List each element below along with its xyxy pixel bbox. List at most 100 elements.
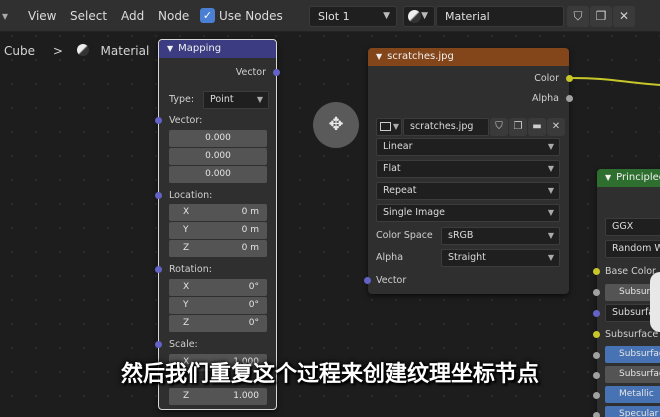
chevron-down-icon: ▼ [256,95,263,104]
interpolation-dropdown[interactable]: Linear ▼ [376,138,560,156]
location-z-field[interactable]: Z 0 m [169,240,267,257]
collapse-chevron-icon: ▼ [167,44,174,53]
vector-label: Vector: [169,115,203,126]
interpolation-value: Linear [383,141,413,152]
fake-user-shield-icon[interactable]: ⛉ [567,6,589,27]
metallic-socket[interactable] [593,392,600,399]
use-nodes-checkbox[interactable]: ✓ [200,8,215,23]
breadcrumb-object: Cube [4,44,35,58]
source-dropdown[interactable]: Single Image ▼ [376,204,560,222]
chevron-down-icon: ▼ [392,122,399,131]
vector-x-field[interactable]: 0.000 [169,130,267,147]
scale-z-field[interactable]: Z 1.000 [169,388,267,405]
node-editor-header: ▾ View Select Add Node ✓ Use Nodes Slot … [0,0,660,32]
subsurface-socket[interactable] [593,289,600,296]
type-dropdown[interactable]: Point ▼ [203,91,269,109]
chevron-down-icon: ▼ [383,11,390,21]
open-folder-icon[interactable]: ▬ [528,118,546,136]
mapping-node[interactable]: ▼ Mapping Vector Type: Point ▼ Vector: 0.0… [155,39,280,410]
chevron-right-icon: > [52,44,63,58]
rotation-z-field[interactable]: Z 0° [169,315,267,332]
material-name-field[interactable]: Material [436,6,564,27]
menu-node[interactable]: Node [158,0,189,32]
alpha-mode-dropdown[interactable]: Straight ▼ [441,249,560,267]
specular-socket[interactable] [593,412,600,417]
output-vector-socket[interactable] [273,69,280,76]
color-space-dropdown[interactable]: sRGB ▼ [441,227,560,245]
output-vector-label: Vector [235,67,266,78]
unlink-close-icon[interactable]: ✕ [547,118,565,136]
chevron-down-icon: ▼ [547,142,554,151]
metallic-field[interactable]: Metallic [605,386,660,403]
output-color-socket[interactable] [566,75,573,82]
location-x-field[interactable]: X 0 m [169,204,267,221]
rotation-socket[interactable] [155,266,162,273]
axis-label: X [183,207,190,217]
mapping-node-header[interactable]: ▼ Mapping [159,40,276,58]
location-x-value: 0 m [241,207,259,217]
image-name-field[interactable]: scratches.jpg [403,118,489,136]
input-vector-socket[interactable] [155,117,162,124]
bsdf-node-header[interactable]: ▼ Principled [597,169,660,187]
fake-user-shield-icon[interactable]: ⛉ [490,118,508,136]
image-node-header[interactable]: ▼ scratches.jpg [368,48,569,66]
alpha-mode-value: Straight [448,252,486,263]
subsurface-method-dropdown[interactable]: Random W [605,240,660,258]
material-sphere-icon [408,10,421,23]
location-z-value: 0 m [241,243,259,253]
extension-dropdown[interactable]: Repeat ▼ [376,182,560,200]
location-socket[interactable] [155,192,162,199]
output-alpha-label: Alpha [531,93,559,104]
axis-label: Z [183,391,190,401]
editor-menu-icon[interactable]: ▾ [2,0,8,32]
rotation-x-field[interactable]: X 0° [169,279,267,296]
image-texture-node[interactable]: ▼ scratches.jpg Color Alpha ▼ scratches.j… [364,48,573,294]
subsurface-radius-socket[interactable] [593,310,600,317]
axis-label: X [183,282,190,292]
menu-add[interactable]: Add [121,0,144,32]
vector-z-field[interactable]: 0.000 [169,166,267,183]
duplicate-image-icon[interactable]: ❐ [509,118,527,136]
chevron-down-icon: ▼ [421,11,428,21]
breadcrumb: Cube > Material [4,44,149,58]
distribution-dropdown[interactable]: GGX [605,218,660,236]
color-link [570,77,660,86]
menu-view[interactable]: View [28,0,56,32]
image-browse-button[interactable]: ▼ [376,118,402,136]
unlink-close-icon[interactable]: ✕ [613,6,635,27]
slot-dropdown[interactable]: Slot 1 ▼ [309,6,397,27]
projection-dropdown[interactable]: Flat ▼ [376,160,560,178]
image-icon [380,122,391,131]
scale-socket[interactable] [155,341,162,348]
rotation-y-value: 0° [248,300,259,310]
color-space-value: sRGB [448,230,474,241]
axis-label: Y [183,300,189,310]
chevron-down-icon: ▼ [547,164,554,173]
material-browse-button[interactable]: ▼ [403,6,435,27]
rotation-z-value: 0° [248,318,259,328]
axis-label: Z [183,318,190,328]
input-vector-socket[interactable] [364,277,371,284]
location-y-value: 0 m [241,225,259,235]
extension-value: Repeat [383,185,417,196]
mapping-node-title: Mapping [178,43,222,54]
specular-field[interactable]: Specular [605,406,660,417]
duplicate-material-icon[interactable]: ❐ [590,6,612,27]
scale-label: Scale: [169,339,198,350]
location-y-field[interactable]: Y 0 m [169,222,267,239]
subsurface-color-socket[interactable] [593,331,600,338]
menu-select[interactable]: Select [70,0,107,32]
collapse-chevron-icon: ▼ [376,52,383,61]
input-vector-label: Vector [376,275,407,286]
vector-y-field[interactable]: 0.000 [169,148,267,165]
video-subtitle: 然后我们重复这个过程来创建纹理坐标节点 [120,362,539,387]
location-label: Location: [169,190,213,201]
navigation-pan-gizmo[interactable]: ✥ [313,102,359,148]
output-alpha-socket[interactable] [566,95,573,102]
use-nodes-label: Use Nodes [219,9,283,23]
source-value: Single Image [383,207,445,218]
chevron-down-icon: ▼ [547,186,554,195]
base-color-socket[interactable] [593,268,600,275]
output-color-label: Color [534,73,559,84]
rotation-y-field[interactable]: Y 0° [169,297,267,314]
